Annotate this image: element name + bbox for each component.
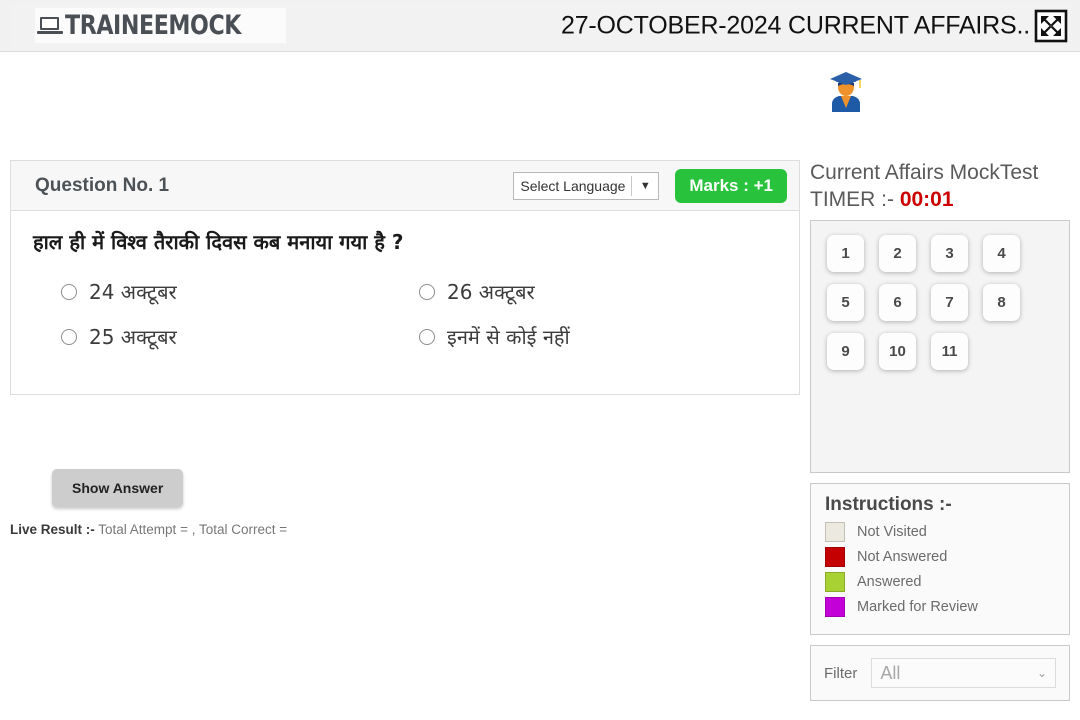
question-number-label: Question No. 1 bbox=[35, 174, 170, 196]
legend-label: Not Visited bbox=[857, 524, 927, 541]
top-header-bar: TRAINEEMOCK 27-OCTOBER-2024 CURRENT AFFA… bbox=[0, 0, 1080, 52]
fullscreen-icon[interactable] bbox=[1034, 9, 1068, 43]
option-item[interactable]: 24 अक्टूबर bbox=[61, 278, 419, 305]
palette-question-button[interactable]: 4 bbox=[983, 235, 1020, 273]
laptop-icon bbox=[37, 16, 63, 36]
legend-label: Not Answered bbox=[857, 549, 948, 566]
live-result-text: Live Result :- Total Attempt = , Total C… bbox=[10, 522, 287, 537]
option-item[interactable]: इनमें से कोई नहीं bbox=[419, 323, 777, 350]
legend-swatch bbox=[825, 522, 845, 543]
page-title: 27-OCTOBER-2024 CURRENT AFFAIRS.. bbox=[561, 11, 1030, 39]
timer-value: 00:01 bbox=[899, 188, 954, 212]
palette-question-button[interactable]: 11 bbox=[931, 333, 968, 371]
brand-logo[interactable]: TRAINEEMOCK bbox=[35, 8, 286, 43]
option-label: 26 अक्टूबर bbox=[447, 280, 535, 304]
palette-question-button[interactable]: 3 bbox=[931, 235, 968, 273]
question-palette: 1 2 3 4 5 6 7 8 9 10 11 bbox=[810, 220, 1070, 474]
legend-swatch bbox=[825, 597, 845, 618]
legend-item-answered: Answered bbox=[825, 572, 1055, 593]
live-result-value: Total Attempt = , Total Correct = bbox=[94, 522, 288, 537]
palette-question-button[interactable]: 7 bbox=[931, 284, 968, 322]
radio-icon[interactable] bbox=[419, 328, 435, 345]
palette-question-button[interactable]: 2 bbox=[879, 235, 916, 273]
legend-item-not-answered: Not Answered bbox=[825, 547, 1055, 568]
language-select[interactable]: Select Language ▼ bbox=[513, 171, 660, 200]
filter-select[interactable]: All ⌄ bbox=[871, 658, 1056, 689]
palette-question-button[interactable]: 9 bbox=[827, 333, 864, 371]
instructions-title: Instructions :- bbox=[825, 494, 952, 516]
legend-swatch bbox=[825, 547, 845, 568]
palette-question-button[interactable]: 6 bbox=[879, 284, 916, 322]
question-card-body: हाल ही में विश्व तैराकी दिवस कब मनाया गय… bbox=[11, 211, 799, 394]
marks-badge[interactable]: Marks : +1 bbox=[675, 168, 787, 203]
test-title: Current Affairs MockTest bbox=[810, 161, 1039, 184]
brand-name: TRAINEEMOCK bbox=[65, 10, 242, 41]
top-header-inner: TRAINEEMOCK 27-OCTOBER-2024 CURRENT AFFA… bbox=[10, 3, 1072, 48]
legend-item-not-visited: Not Visited bbox=[825, 522, 1055, 543]
language-select-value: Select Language bbox=[520, 177, 626, 194]
radio-icon[interactable] bbox=[61, 328, 77, 345]
live-result-prefix: Live Result :- bbox=[10, 522, 95, 537]
question-text: हाल ही में विश्व तैराकी दिवस कब मनाया गय… bbox=[33, 230, 404, 254]
chevron-down-icon: ⌄ bbox=[1036, 666, 1047, 681]
options-list: 24 अक्टूबर 26 अक्टूबर 25 अक्टूबर इनमें स… bbox=[33, 278, 777, 368]
option-label: 25 अक्टूबर bbox=[89, 325, 177, 349]
sidebar: Current Affairs MockTest TIMER :- 00:01 … bbox=[810, 160, 1070, 702]
legend-item-marked-for-review: Marked for Review bbox=[825, 597, 1055, 618]
timer-label: TIMER :- bbox=[810, 188, 900, 212]
timer: TIMER :- 00:01 bbox=[810, 188, 1070, 212]
legend-label: Answered bbox=[857, 574, 922, 591]
radio-icon[interactable] bbox=[419, 283, 435, 300]
palette-question-button[interactable]: 10 bbox=[879, 333, 916, 371]
radio-icon[interactable] bbox=[61, 283, 77, 300]
option-label: इनमें से कोई नहीं bbox=[447, 325, 570, 349]
option-item[interactable]: 26 अक्टूबर bbox=[419, 278, 777, 305]
question-card-header: Question No. 1 Select Language ▼ Marks :… bbox=[11, 161, 799, 211]
legend-label: Marked for Review bbox=[857, 599, 978, 616]
palette-question-button[interactable]: 5 bbox=[827, 284, 864, 322]
graduate-student-icon bbox=[826, 70, 866, 118]
legend-swatch bbox=[825, 572, 845, 593]
instructions-panel: Instructions :- Not Visited Not Answered… bbox=[810, 483, 1070, 636]
page-body: Question No. 1 Select Language ▼ Marks :… bbox=[0, 52, 1080, 720]
filter-panel: Filter All ⌄ bbox=[810, 645, 1070, 702]
filter-select-value: All bbox=[880, 662, 901, 683]
palette-question-button[interactable]: 1 bbox=[827, 235, 864, 273]
chevron-down-icon: ▼ bbox=[639, 179, 651, 192]
option-label: 24 अक्टूबर bbox=[89, 280, 177, 304]
show-answer-button[interactable]: Show Answer bbox=[52, 469, 184, 507]
filter-label: Filter bbox=[824, 664, 858, 682]
option-item[interactable]: 25 अक्टूबर bbox=[61, 323, 419, 350]
question-card: Question No. 1 Select Language ▼ Marks :… bbox=[10, 160, 800, 395]
question-palette-grid: 1 2 3 4 5 6 7 8 9 10 11 bbox=[827, 235, 1059, 382]
palette-question-button[interactable]: 8 bbox=[983, 284, 1020, 322]
